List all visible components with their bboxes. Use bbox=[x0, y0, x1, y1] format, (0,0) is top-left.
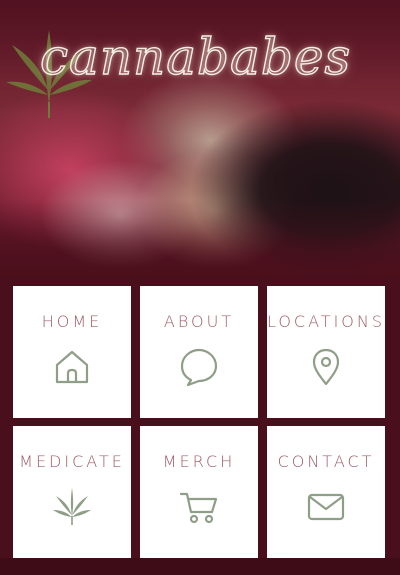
app-logo[interactable]: cannababes bbox=[39, 27, 351, 86]
nav-tile-label: LOCATIONS bbox=[266, 312, 386, 331]
nav-tile-label: ABOUT bbox=[163, 312, 235, 331]
nav-tile-label: CONTACT bbox=[277, 452, 375, 471]
map-pin-icon bbox=[306, 347, 346, 387]
nav-tile-medicate[interactable]: MEDICATE bbox=[13, 426, 131, 558]
nav-tile-locations[interactable]: LOCATIONS bbox=[267, 286, 385, 418]
nav-grid: HOME ABOUT LOCATIONS MEDICATE MERCH CONT… bbox=[13, 286, 386, 558]
speech-bubble-icon bbox=[179, 347, 219, 387]
cannabis-leaf-icon bbox=[52, 487, 92, 527]
nav-tile-contact[interactable]: CONTACT bbox=[267, 426, 385, 558]
nav-tile-label: HOME bbox=[41, 312, 103, 331]
envelope-icon bbox=[306, 487, 346, 527]
home-icon bbox=[52, 347, 92, 387]
nav-tile-merch[interactable]: MERCH bbox=[140, 426, 258, 558]
shopping-cart-icon bbox=[179, 487, 219, 527]
nav-tile-label: MERCH bbox=[162, 452, 236, 471]
nav-tile-home[interactable]: HOME bbox=[13, 286, 131, 418]
nav-tile-label: MEDICATE bbox=[19, 452, 125, 471]
footer-strip bbox=[0, 558, 400, 575]
nav-tile-about[interactable]: ABOUT bbox=[140, 286, 258, 418]
